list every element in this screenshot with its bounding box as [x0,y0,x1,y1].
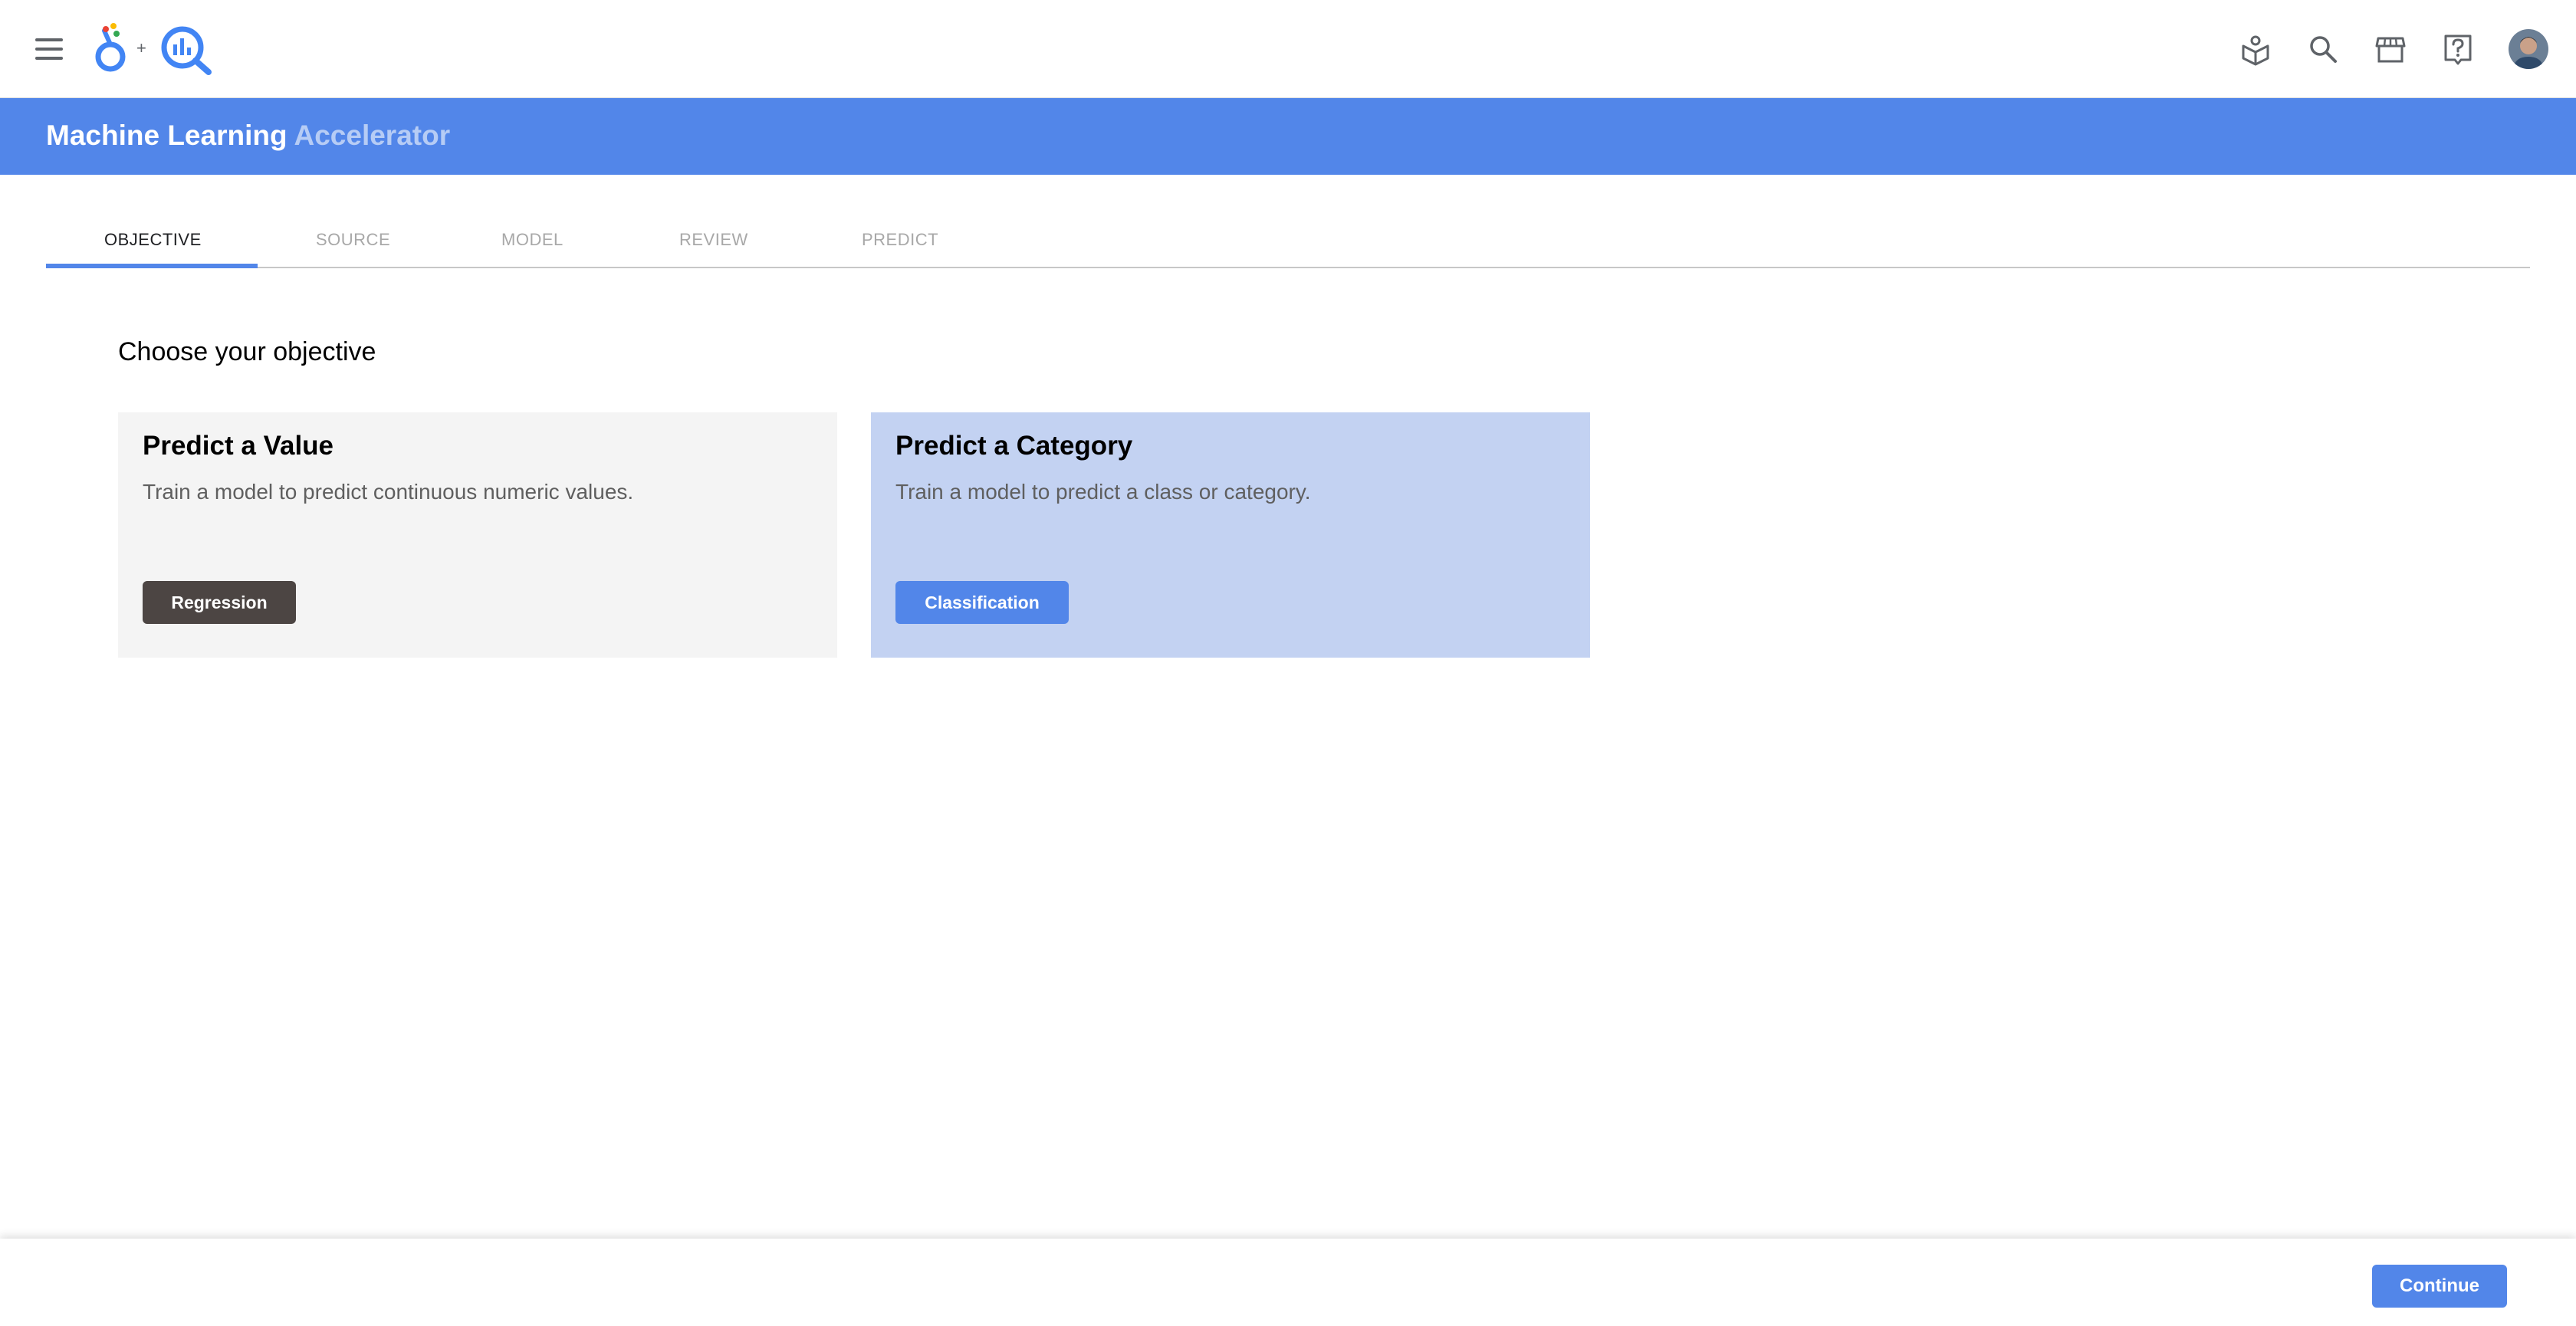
card-title: Predict a Value [143,431,334,461]
page-title-primary: Machine Learning [46,120,288,151]
card-description: Train a model to predict a class or cate… [895,480,1311,504]
marketplace-icon[interactable] [2371,29,2410,69]
card-title: Predict a Category [895,431,1133,461]
card-description: Train a model to predict continuous nume… [143,480,634,504]
hamburger-menu-icon[interactable] [34,34,64,64]
active-tab-indicator [46,264,258,268]
header-actions [2236,28,2548,71]
classification-button[interactable]: Classification [895,581,1069,624]
tab-review[interactable]: REVIEW [679,230,748,250]
page-banner: Machine Learning Accelerator [0,98,2576,175]
learn-icon[interactable] [2236,29,2275,69]
account-avatar[interactable] [2509,29,2548,69]
page-title-secondary: Accelerator [294,120,451,151]
logo-plus: + [136,38,146,57]
section-heading: Choose your objective [118,337,376,366]
tab-source[interactable]: SOURCE [316,230,390,250]
footer-bar: Continue [0,1239,2576,1326]
tab-objective[interactable]: OBJECTIVE [104,230,202,250]
page-title: Machine Learning Accelerator [46,120,450,152]
objective-card-value[interactable]: Predict a Value Train a model to predict… [118,412,837,658]
help-icon[interactable] [2438,29,2478,69]
stepper-tabs: OBJECTIVE SOURCE MODEL REVIEW PREDICT [46,213,2530,268]
search-icon[interactable] [2303,29,2343,69]
tab-predict[interactable]: PREDICT [862,230,938,250]
continue-button[interactable]: Continue [2372,1265,2507,1308]
top-app-bar: + [0,0,2576,98]
objective-card-category[interactable]: Predict a Category Train a model to pred… [871,412,1590,658]
tab-model[interactable]: MODEL [501,230,564,250]
product-logo[interactable]: + [90,21,221,77]
regression-button[interactable]: Regression [143,581,296,624]
